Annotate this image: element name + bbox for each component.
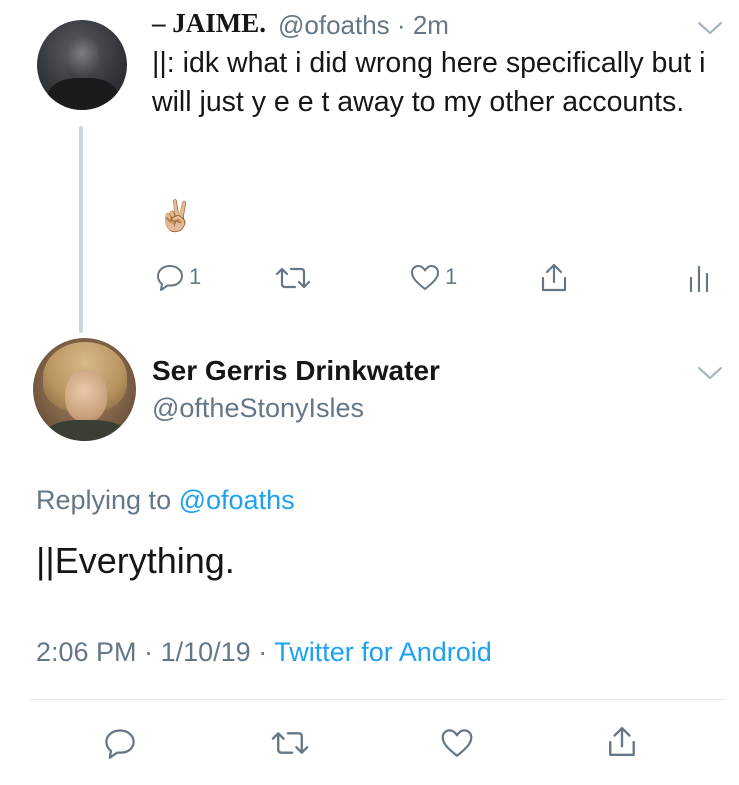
reply-icon [103,726,137,760]
stats-button[interactable] [688,264,710,292]
reply-count: 1 [189,264,202,289]
retweet-icon [273,264,313,292]
like-button[interactable]: 1 [409,262,457,292]
retweet-button[interactable] [273,264,313,292]
replying-to-link[interactable]: @ofoaths [179,485,295,515]
display-name[interactable]: – JAIME. [152,8,266,39]
tweet-source-link[interactable]: Twitter for Android [274,637,492,667]
like-count: 1 [445,264,458,289]
reply-icon [155,262,185,292]
tweet-timestamp: 2:06 PM · 1/10/19 · Twitter for Android [36,637,492,668]
reply-button[interactable]: 1 [155,262,201,292]
avatar-shirt-shape [47,420,125,441]
heart-icon [409,262,441,292]
thread-connector-line [79,126,83,333]
handle[interactable]: @ofoaths [278,10,390,40]
retweet-button[interactable] [268,728,312,758]
avatar-head-shape [65,36,99,80]
tweet-time: 2:06 PM [36,637,137,667]
tweet-age[interactable]: 2m [413,10,449,40]
replying-to: Replying to @ofoaths [36,485,295,516]
avatar[interactable] [33,338,136,441]
share-button[interactable] [606,724,638,760]
share-icon [606,724,638,760]
victory-hand-emoji: ✌🏼 [157,200,195,233]
chevron-down-icon[interactable] [697,365,723,381]
reply-button[interactable] [103,726,137,760]
share-icon [539,262,569,294]
chevron-down-icon[interactable] [697,20,723,36]
meta-separator: · [396,10,406,40]
retweet-icon [268,728,312,758]
stats-icon [688,264,710,292]
like-button[interactable] [439,726,475,759]
timestamp-separator: · [144,637,154,667]
avatar[interactable] [37,20,127,110]
avatar-body-shape [47,78,119,110]
handle[interactable]: @oftheStonyIsles [152,393,364,424]
tweet-meta: @ofoaths · 2m [278,10,449,41]
heart-icon [439,726,475,759]
avatar-face-shape [65,370,107,422]
tweet-date: 1/10/19 [160,637,251,667]
share-button[interactable] [539,262,569,294]
timestamp-separator: · [258,637,268,667]
display-name[interactable]: Ser Gerris Drinkwater [152,355,440,387]
divider [30,699,725,700]
tweet-text: ||Everything. [36,540,235,581]
tweet-text: ||: idk what i did wrong here specifical… [152,47,706,118]
replying-prefix: Replying to [36,485,172,515]
